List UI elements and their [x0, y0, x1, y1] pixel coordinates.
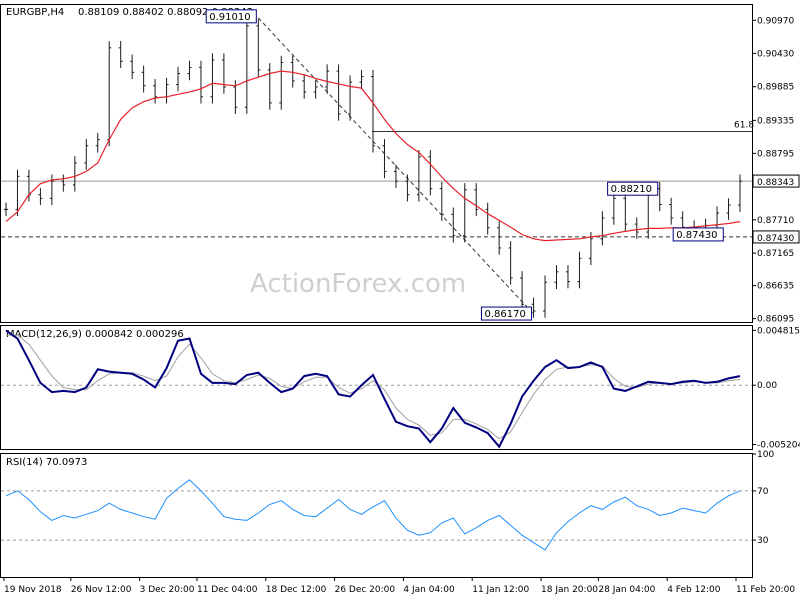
chart-svg: ActionForex.com EURGBP,H4 0.88109 0.8840…: [0, 0, 800, 600]
x-tick-label: 3 Dec 20:00: [140, 585, 195, 595]
price-tag: 0.88343: [757, 178, 794, 188]
chart-symbol: EURGBP,H4: [6, 7, 64, 18]
high-label: 0.91010: [209, 12, 250, 23]
price-tick: 0.87710: [757, 216, 794, 226]
price-tick: 0.89885: [757, 83, 794, 93]
swing-low-label: 0.87430: [676, 230, 717, 241]
price-tick: 0.90970: [757, 16, 794, 26]
price-tick: 0.86635: [757, 282, 794, 292]
x-tick-label: 19 Nov 2018: [4, 585, 62, 595]
macd-tick: 0.00: [757, 381, 777, 391]
macd-tick: 0.004815: [757, 326, 800, 336]
price-tick: 0.89335: [757, 116, 794, 126]
x-tick-label: 11 Dec 04:00: [197, 585, 258, 595]
x-tick-label: 28 Jan 04:00: [598, 585, 655, 595]
x-tick-label: 18 Jan 20:00: [541, 585, 598, 595]
low-label: 0.86170: [484, 309, 525, 320]
rsi-tick: 100: [757, 450, 774, 460]
rsi-tick: 70: [757, 487, 769, 497]
price-tag: 0.87430: [757, 234, 794, 244]
x-tick-label: 11 Jan 12:00: [472, 585, 529, 595]
x-tick-label: 26 Nov 12:00: [71, 585, 132, 595]
rsi-title: RSI(14) 70.0973: [6, 457, 87, 468]
x-tick-label: 4 Feb 12:00: [667, 585, 721, 595]
fib-61-8-label: 61.8: [734, 120, 754, 130]
price-tick: 0.88795: [757, 149, 794, 159]
x-tick-label: 4 Jan 04:00: [403, 585, 455, 595]
macd-title: MACD(12,26,9) 0.000842 0.000296: [6, 329, 184, 340]
x-tick-label: 18 Dec 12:00: [266, 585, 327, 595]
price-tick: 0.86095: [757, 315, 794, 325]
macd-tick: -0.005204: [757, 440, 800, 450]
chart-root: ActionForex.com EURGBP,H4 0.88109 0.8840…: [0, 0, 800, 600]
swing-high-label: 0.88210: [611, 184, 652, 195]
rsi-tick: 30: [757, 536, 769, 546]
price-tick: 0.87165: [757, 249, 794, 259]
x-tick-label: 26 Dec 20:00: [335, 585, 396, 595]
x-tick-label: 11 Feb 20:00: [736, 585, 795, 595]
watermark: ActionForex.com: [250, 269, 466, 299]
price-tick: 0.90430: [757, 49, 794, 59]
